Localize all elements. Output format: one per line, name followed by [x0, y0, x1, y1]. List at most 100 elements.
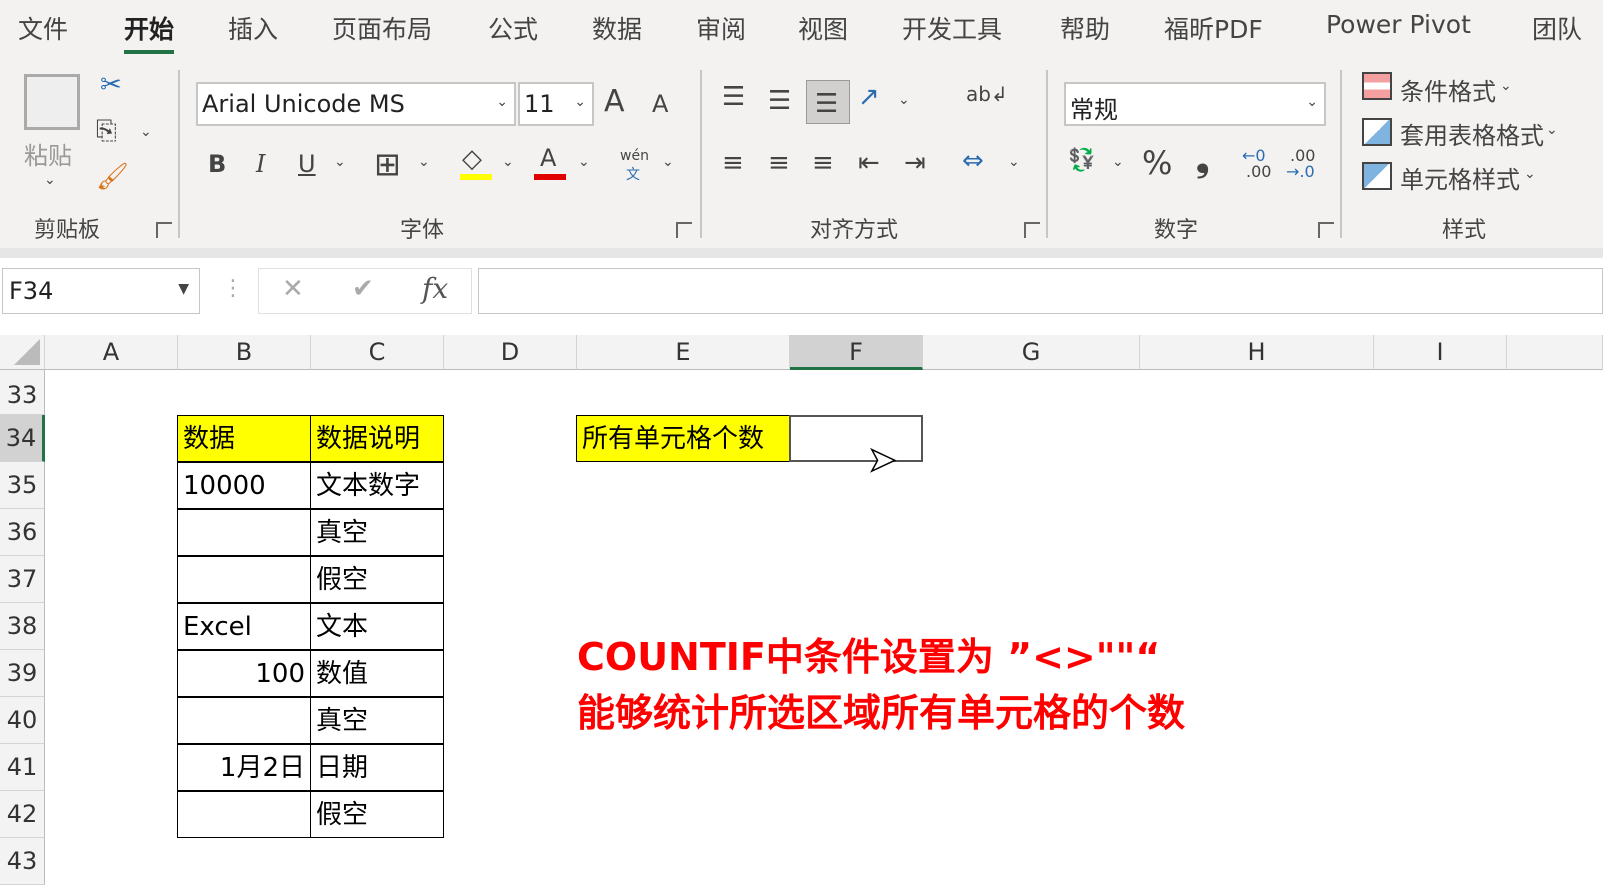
- phonetic-top[interactable]: wén: [620, 148, 649, 164]
- fill-color-icon[interactable]: ◇: [462, 146, 482, 172]
- column-header-d[interactable]: D: [444, 335, 577, 370]
- column-header-c[interactable]: C: [311, 335, 444, 370]
- row-header[interactable]: 39: [0, 650, 45, 697]
- table-cell-description[interactable]: 假空: [310, 556, 444, 603]
- enter-icon[interactable]: ✔: [352, 274, 374, 304]
- merge-dropdown-icon[interactable]: ⌄: [1008, 154, 1020, 170]
- selected-cell-f34[interactable]: [789, 415, 923, 462]
- tab-formulas[interactable]: 公式: [488, 10, 538, 46]
- copy-icon[interactable]: ⎘: [96, 118, 117, 144]
- borders-dropdown-icon[interactable]: ⌄: [418, 154, 430, 170]
- align-middle-icon[interactable]: ☰: [768, 88, 791, 114]
- tab-insert[interactable]: 插入: [228, 10, 278, 46]
- column-header-b[interactable]: B: [178, 335, 311, 370]
- phonetic-dropdown-icon[interactable]: ⌄: [662, 154, 674, 170]
- tab-data[interactable]: 数据: [592, 10, 642, 46]
- table-cell-description[interactable]: 数值: [310, 650, 444, 697]
- cut-icon[interactable]: ✂: [100, 72, 122, 98]
- cancel-icon[interactable]: ✕: [282, 274, 304, 304]
- comma-style-button[interactable]: ❟: [1196, 140, 1209, 180]
- row-header[interactable]: 36: [0, 509, 45, 556]
- column-header-i[interactable]: I: [1374, 335, 1507, 370]
- alignment-launcher-icon[interactable]: [1024, 222, 1040, 238]
- borders-icon[interactable]: ⊞: [374, 148, 401, 180]
- row-header[interactable]: 40: [0, 697, 45, 744]
- fill-color-dropdown-icon[interactable]: ⌄: [502, 154, 514, 170]
- font-size-select[interactable]: 11 ⌄: [518, 82, 594, 126]
- format-as-table-button[interactable]: 套用表格格式: [1400, 116, 1544, 151]
- row-header[interactable]: 33: [0, 370, 45, 415]
- font-color-button[interactable]: A: [540, 144, 556, 172]
- copy-dropdown-icon[interactable]: ⌄: [140, 124, 152, 140]
- accounting-format-icon[interactable]: 💱: [1068, 150, 1095, 172]
- orientation-dropdown-icon[interactable]: ⌄: [898, 92, 910, 108]
- table-cell-value[interactable]: [177, 791, 311, 838]
- table-header-data[interactable]: 数据: [177, 415, 311, 462]
- table-cell-value[interactable]: 1月2日: [177, 744, 311, 791]
- table-cell-description[interactable]: 真空: [310, 697, 444, 744]
- table-cell-description[interactable]: 真空: [310, 509, 444, 556]
- tab-help[interactable]: 帮助: [1060, 10, 1110, 46]
- align-right-icon[interactable]: ≡: [812, 150, 834, 176]
- align-left-icon[interactable]: ≡: [722, 150, 744, 176]
- table-cell-value[interactable]: Excel: [177, 603, 311, 650]
- tab-home[interactable]: 开始: [124, 10, 175, 54]
- table-cell-value[interactable]: 100: [177, 650, 311, 697]
- accounting-dropdown-icon[interactable]: ⌄: [1112, 154, 1124, 170]
- tab-file[interactable]: 文件: [18, 10, 68, 46]
- table-cell-description[interactable]: 日期: [310, 744, 444, 791]
- table-cell-value[interactable]: [177, 509, 311, 556]
- number-format-select[interactable]: 常规 ⌄: [1064, 82, 1326, 126]
- bold-button[interactable]: B: [208, 150, 226, 178]
- name-box[interactable]: F34 ▼: [2, 268, 200, 314]
- formula-input[interactable]: [478, 268, 1603, 314]
- decrease-indent-icon[interactable]: ⇤: [858, 150, 880, 176]
- align-center-icon[interactable]: ≡: [768, 150, 790, 176]
- select-all-button[interactable]: [0, 335, 45, 370]
- percent-style-button[interactable]: %: [1142, 144, 1172, 182]
- row-header[interactable]: 34: [0, 415, 45, 462]
- row-header[interactable]: 43: [0, 838, 45, 885]
- align-bottom-icon[interactable]: ☰: [806, 80, 850, 124]
- row-header[interactable]: 41: [0, 744, 45, 791]
- tab-team[interactable]: 团队: [1532, 10, 1582, 46]
- row-header[interactable]: 37: [0, 556, 45, 603]
- tab-view[interactable]: 视图: [798, 10, 848, 46]
- table-header-description[interactable]: 数据说明: [310, 415, 444, 462]
- conditional-formatting-button[interactable]: 条件格式: [1400, 72, 1496, 107]
- decrease-font-size-button[interactable]: A: [652, 90, 668, 118]
- font-launcher-icon[interactable]: [676, 222, 692, 238]
- paste-dropdown-icon[interactable]: ⌄: [44, 172, 56, 188]
- decrease-decimal-bottom[interactable]: →.0: [1286, 162, 1315, 181]
- italic-button[interactable]: I: [256, 150, 265, 178]
- table-cell-value[interactable]: 10000: [177, 462, 311, 509]
- font-name-select[interactable]: Arial Unicode MS ⌄: [196, 82, 516, 126]
- underline-dropdown-icon[interactable]: ⌄: [334, 154, 346, 170]
- align-top-icon[interactable]: ☰: [722, 84, 745, 110]
- row-header[interactable]: 42: [0, 791, 45, 838]
- font-color-dropdown-icon[interactable]: ⌄: [578, 154, 590, 170]
- table-cell-description[interactable]: 文本: [310, 603, 444, 650]
- column-header-j[interactable]: [1507, 335, 1603, 370]
- underline-button[interactable]: U: [298, 150, 316, 178]
- column-header-e[interactable]: E: [577, 335, 790, 370]
- increase-decimal-bottom[interactable]: .00: [1246, 162, 1271, 181]
- wrap-text-icon[interactable]: ab↲: [966, 84, 1008, 104]
- table-cell-description[interactable]: 假空: [310, 791, 444, 838]
- tab-developer[interactable]: 开发工具: [902, 10, 1002, 46]
- tab-page-layout[interactable]: 页面布局: [332, 10, 432, 46]
- tab-foxit-pdf[interactable]: 福昕PDF: [1164, 10, 1263, 46]
- row-header[interactable]: 35: [0, 462, 45, 509]
- tab-power-pivot[interactable]: Power Pivot: [1326, 10, 1471, 39]
- tab-review[interactable]: 审阅: [696, 10, 746, 46]
- format-painter-icon[interactable]: 🖌: [96, 164, 129, 190]
- clipboard-launcher-icon[interactable]: [156, 222, 172, 238]
- increase-indent-icon[interactable]: ⇥: [904, 150, 926, 176]
- number-launcher-icon[interactable]: [1318, 222, 1334, 238]
- table-cell-description[interactable]: 文本数字: [310, 462, 444, 509]
- orientation-icon[interactable]: ↗: [858, 84, 880, 110]
- count-label-cell[interactable]: 所有单元格个数: [576, 415, 790, 462]
- merge-center-icon[interactable]: ⇔: [962, 148, 984, 174]
- table-cell-value[interactable]: [177, 697, 311, 744]
- row-header[interactable]: 38: [0, 603, 45, 650]
